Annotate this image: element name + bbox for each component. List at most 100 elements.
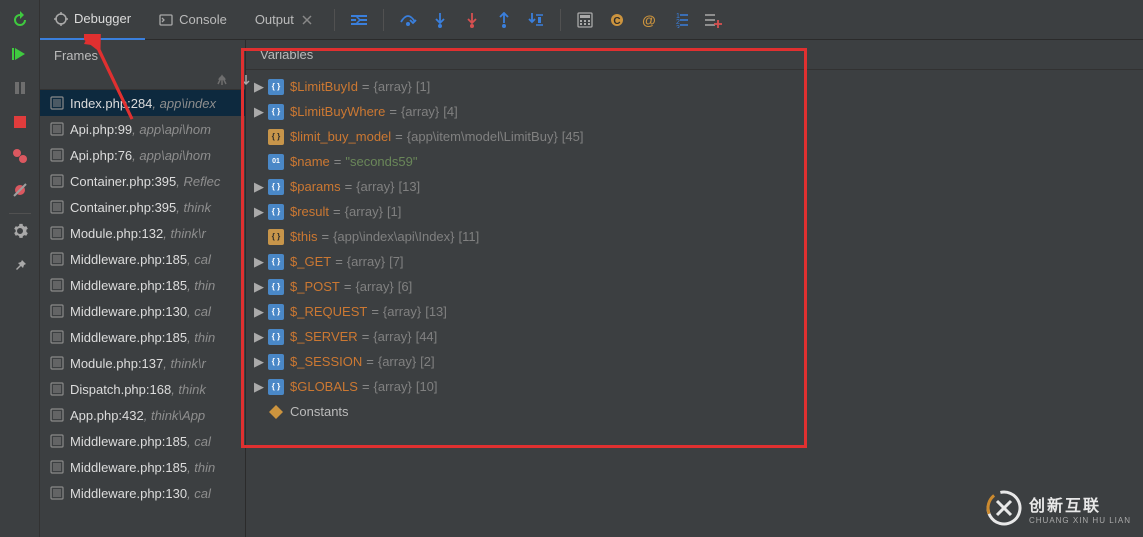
stack-frame-icon [50, 122, 64, 136]
frame-file: Container.php:395 [70, 174, 176, 189]
type-badge: { } [268, 79, 284, 95]
variable-value: {array} [374, 379, 412, 394]
type-badge: { } [268, 354, 284, 370]
frame-location: , app\api\hom [132, 148, 211, 163]
variable-row[interactable]: ▶{ }$_SESSION = {array}[2] [246, 349, 1143, 374]
trace-button[interactable]: C [603, 6, 631, 34]
variable-count: [1] [387, 204, 401, 219]
variable-row[interactable]: ▶{ }$_REQUEST = {array}[13] [246, 299, 1143, 324]
frame-location: , Reflec [176, 174, 220, 189]
frame-row[interactable]: Api.php:76 , app\api\hom [40, 142, 245, 168]
settings-button[interactable] [6, 217, 34, 245]
frame-next-button[interactable] [234, 68, 258, 92]
expand-arrow-icon[interactable]: ▶ [254, 379, 268, 395]
frame-row[interactable]: Middleware.php:130 , cal [40, 298, 245, 324]
variable-count: [4] [443, 104, 457, 119]
at-button[interactable]: @ [635, 6, 663, 34]
evaluate-expr-button[interactable] [571, 6, 599, 34]
frame-row[interactable]: Api.php:99 , app\api\hom [40, 116, 245, 142]
expand-arrow-icon[interactable]: ▶ [254, 279, 268, 295]
stack-frame-icon [50, 278, 64, 292]
type-badge: { } [268, 179, 284, 195]
mute-breakpoints-button[interactable] [6, 176, 34, 204]
panels: Frames Index.php:284 , app\index Api.php… [40, 40, 1143, 537]
add-list-button[interactable] [699, 6, 727, 34]
variable-row[interactable]: 01$name = "seconds59" [246, 149, 1143, 174]
frame-row[interactable]: Module.php:132 , think\r [40, 220, 245, 246]
type-badge: 01 [268, 154, 284, 170]
variable-row[interactable]: { }$limit_buy_model = {app\item\model\Li… [246, 124, 1143, 149]
frame-file: Api.php:76 [70, 148, 132, 163]
frame-row[interactable]: Middleware.php:185 , thin [40, 454, 245, 480]
frame-prev-button[interactable] [210, 68, 234, 92]
variable-count: [45] [562, 129, 584, 144]
expand-arrow-icon[interactable]: ▶ [254, 329, 268, 345]
variable-row[interactable]: ▶{ }$result = {array}[1] [246, 199, 1143, 224]
variable-name: $name [290, 154, 330, 169]
expand-arrow-icon[interactable]: ▶ [254, 179, 268, 195]
type-badge: { } [268, 279, 284, 295]
pause-button[interactable] [6, 74, 34, 102]
stack-frame-icon [50, 200, 64, 214]
variable-row[interactable]: ▶{ }$params = {array}[13] [246, 174, 1143, 199]
run-to-cursor-button[interactable] [522, 6, 550, 34]
variable-row[interactable]: Constants [246, 399, 1143, 424]
variable-name: Constants [290, 404, 349, 419]
frame-location: , think\App [144, 408, 205, 423]
frame-row[interactable]: Container.php:395 , Reflec [40, 168, 245, 194]
type-badge: { } [268, 229, 284, 245]
variable-row[interactable]: { }$this = {app\index\api\Index}[11] [246, 224, 1143, 249]
stack-frame-icon [50, 434, 64, 448]
expand-arrow-icon[interactable]: ▶ [254, 254, 268, 270]
show-exec-point-button[interactable] [345, 6, 373, 34]
expand-arrow-icon[interactable]: ▶ [254, 304, 268, 320]
step-over-button[interactable] [394, 6, 422, 34]
pin-button[interactable] [6, 251, 34, 279]
force-step-into-button[interactable] [458, 6, 486, 34]
frame-location: , cal [187, 486, 211, 501]
frame-row[interactable]: Middleware.php:185 , cal [40, 246, 245, 272]
step-out-button[interactable] [490, 6, 518, 34]
step-into-button[interactable] [426, 6, 454, 34]
expand-arrow-icon[interactable]: ▶ [254, 204, 268, 220]
tab-debugger[interactable]: Debugger [40, 0, 145, 40]
variable-row[interactable]: ▶{ }$_POST = {array}[6] [246, 274, 1143, 299]
variable-row[interactable]: ▶{ }$_SERVER = {array}[44] [246, 324, 1143, 349]
tab-output[interactable]: Output [241, 0, 326, 40]
variable-row[interactable]: ▶{ }$GLOBALS = {array}[10] [246, 374, 1143, 399]
frame-row[interactable]: App.php:432 , think\App [40, 402, 245, 428]
view-breakpoints-button[interactable] [6, 142, 34, 170]
variable-value: {array} [347, 254, 385, 269]
frame-row[interactable]: Middleware.php:185 , thin [40, 324, 245, 350]
variables-list[interactable]: ▶{ }$LimitBuyId = {array}[1]▶{ }$LimitBu… [246, 70, 1143, 537]
frame-file: Container.php:395 [70, 200, 176, 215]
resume-button[interactable] [6, 40, 34, 68]
stop-button[interactable] [6, 108, 34, 136]
sort-list-button[interactable]: 123 [667, 6, 695, 34]
frames-list[interactable]: Index.php:284 , app\index Api.php:99 , a… [40, 90, 245, 537]
frame-row[interactable]: Middleware.php:185 , thin [40, 272, 245, 298]
variable-row[interactable]: ▶{ }$_GET = {array}[7] [246, 249, 1143, 274]
frame-row[interactable]: Middleware.php:185 , cal [40, 428, 245, 454]
expand-arrow-icon[interactable]: ▶ [254, 354, 268, 370]
tab-console[interactable]: Console [145, 0, 241, 40]
type-badge: { } [268, 304, 284, 320]
frame-row[interactable]: Middleware.php:130 , cal [40, 480, 245, 506]
rerun-button[interactable] [6, 6, 34, 34]
stack-frame-icon [50, 252, 64, 266]
frame-file: Api.php:99 [70, 122, 132, 137]
stack-frame-icon [50, 356, 64, 370]
variable-value: {array} [383, 304, 421, 319]
frame-row[interactable]: Dispatch.php:168 , think [40, 376, 245, 402]
tab-output-label: Output [255, 12, 294, 27]
frame-row[interactable]: Index.php:284 , app\index [40, 90, 245, 116]
frame-file: Middleware.php:185 [70, 278, 187, 293]
expand-arrow-icon[interactable]: ▶ [254, 104, 268, 120]
variable-row[interactable]: ▶{ }$LimitBuyWhere = {array}[4] [246, 99, 1143, 124]
frame-row[interactable]: Module.php:137 , think\r [40, 350, 245, 376]
stack-frame-icon [50, 304, 64, 318]
variable-row[interactable]: ▶{ }$LimitBuyId = {array}[1] [246, 74, 1143, 99]
variable-name: $_SESSION [290, 354, 362, 369]
frame-row[interactable]: Container.php:395 , think [40, 194, 245, 220]
variable-count: [13] [425, 304, 447, 319]
